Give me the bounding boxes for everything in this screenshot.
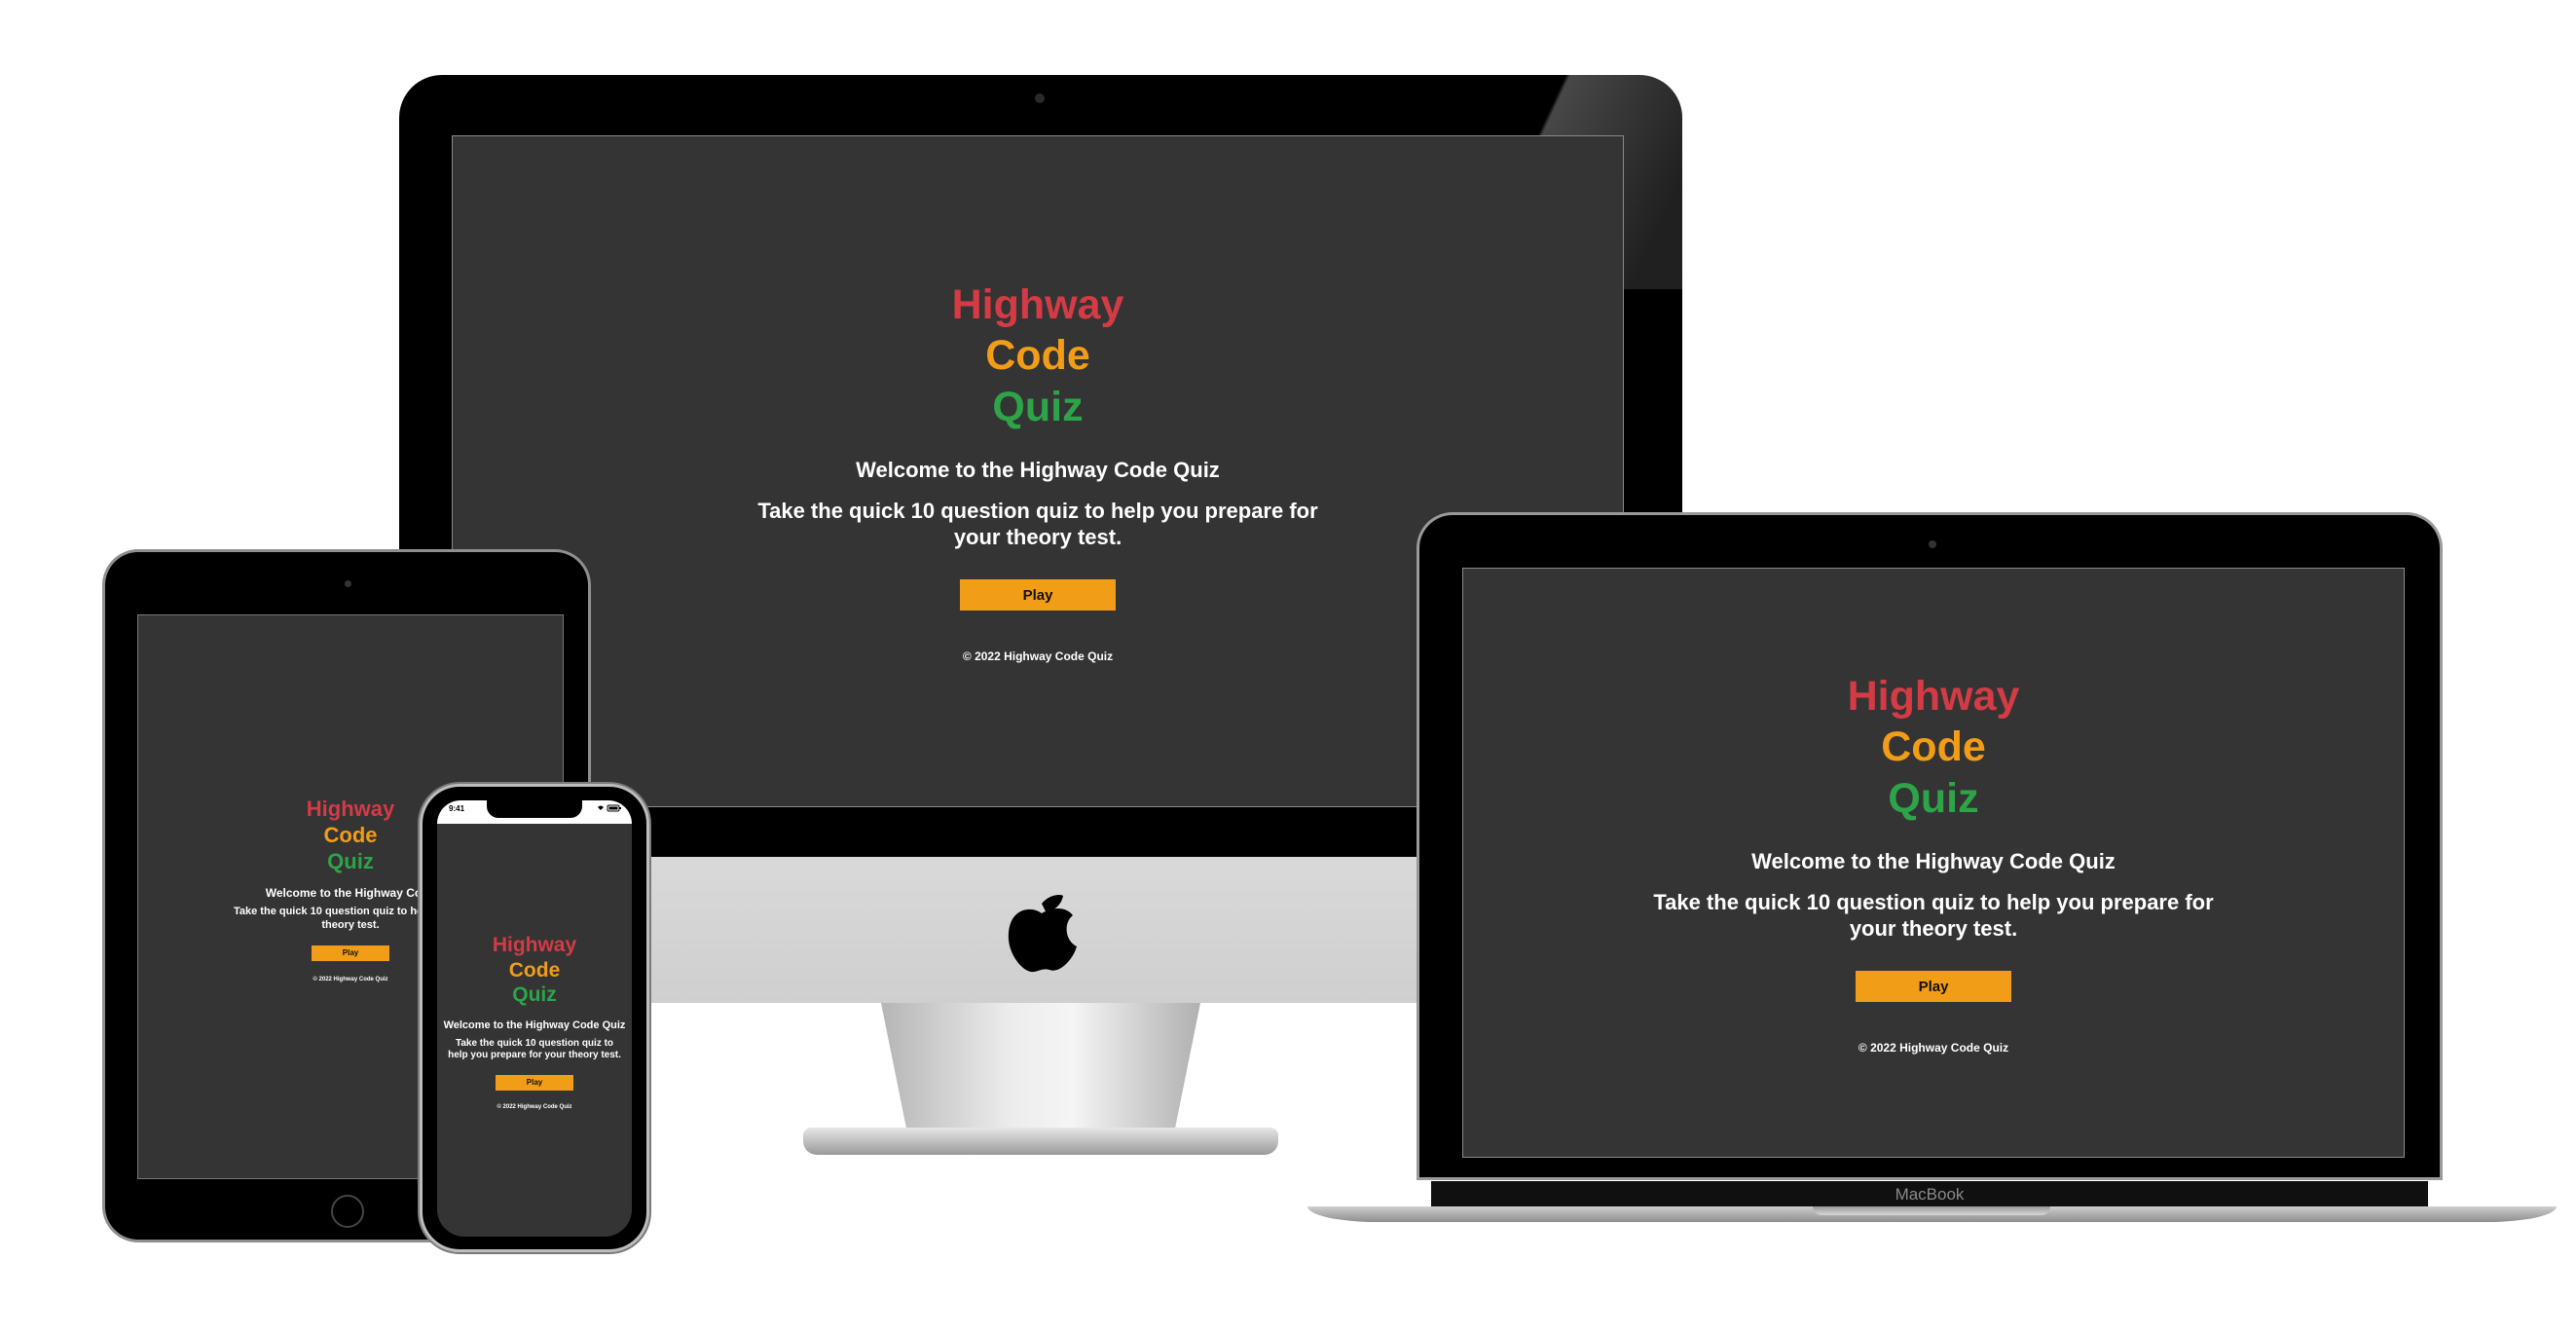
macbook-opening-notch bbox=[1813, 1206, 2050, 1215]
title-highway: Highway bbox=[306, 797, 395, 821]
intro-text: Take the quick 10 question quiz to help … bbox=[448, 1037, 621, 1060]
play-button[interactable]: Play bbox=[496, 1074, 573, 1091]
title-highway: Highway bbox=[1847, 672, 2020, 720]
welcome-heading: Welcome to the Highway Code Quiz bbox=[1751, 849, 2116, 874]
imac-stand-foot bbox=[803, 1128, 1278, 1155]
imac-camera bbox=[1035, 93, 1045, 103]
macbook-label: MacBook bbox=[1895, 1185, 1965, 1204]
wifi-battery-icon bbox=[598, 804, 621, 812]
apple-logo-icon bbox=[1008, 894, 1077, 973]
title-highway: Highway bbox=[951, 280, 1124, 328]
footer-text: © 2022 Highway Code Quiz bbox=[962, 649, 1114, 664]
play-button[interactable]: Play bbox=[960, 579, 1116, 611]
welcome-heading: Welcome to the Highway Code Quiz bbox=[443, 1019, 626, 1031]
title-code: Code bbox=[1881, 723, 1986, 771]
footer-text: © 2022 Highway Code Quiz bbox=[1858, 1041, 2009, 1056]
play-button[interactable]: Play bbox=[1856, 971, 2011, 1003]
title-quiz: Quiz bbox=[512, 983, 557, 1007]
title-code: Code bbox=[985, 332, 1090, 380]
intro-text: Take the quick 10 question quiz to help … bbox=[757, 499, 1318, 549]
imac-stand-neck bbox=[881, 1003, 1200, 1130]
macbook-screen: Highway Code Quiz Welcome to the Highway… bbox=[1462, 568, 2405, 1158]
intro-text: Take the quick 10 question quiz to help … bbox=[1653, 890, 2214, 941]
title-highway: Highway bbox=[492, 934, 577, 956]
iphone-notch bbox=[487, 800, 582, 818]
title-code: Code bbox=[508, 958, 561, 982]
welcome-heading: Welcome to the Highway Code bbox=[265, 886, 436, 901]
status-time: 9:41 bbox=[449, 804, 465, 813]
welcome-heading: Welcome to the Highway Code Quiz bbox=[856, 458, 1220, 483]
ipad-home-button[interactable] bbox=[331, 1195, 364, 1228]
title-quiz: Quiz bbox=[327, 848, 374, 873]
title-quiz: Quiz bbox=[1888, 774, 1979, 822]
macbook-camera bbox=[1929, 540, 1936, 548]
iphone-screen: Highway Code Quiz Welcome to the Highway… bbox=[437, 824, 632, 1237]
ipad-camera bbox=[345, 580, 351, 587]
title-code: Code bbox=[323, 822, 378, 847]
play-button[interactable]: Play bbox=[312, 945, 389, 961]
footer-text: © 2022 Highway Code Quiz bbox=[497, 1103, 572, 1110]
status-icons bbox=[596, 804, 623, 814]
title-quiz: Quiz bbox=[992, 383, 1084, 430]
footer-text: © 2022 Highway Code Quiz bbox=[313, 976, 388, 982]
